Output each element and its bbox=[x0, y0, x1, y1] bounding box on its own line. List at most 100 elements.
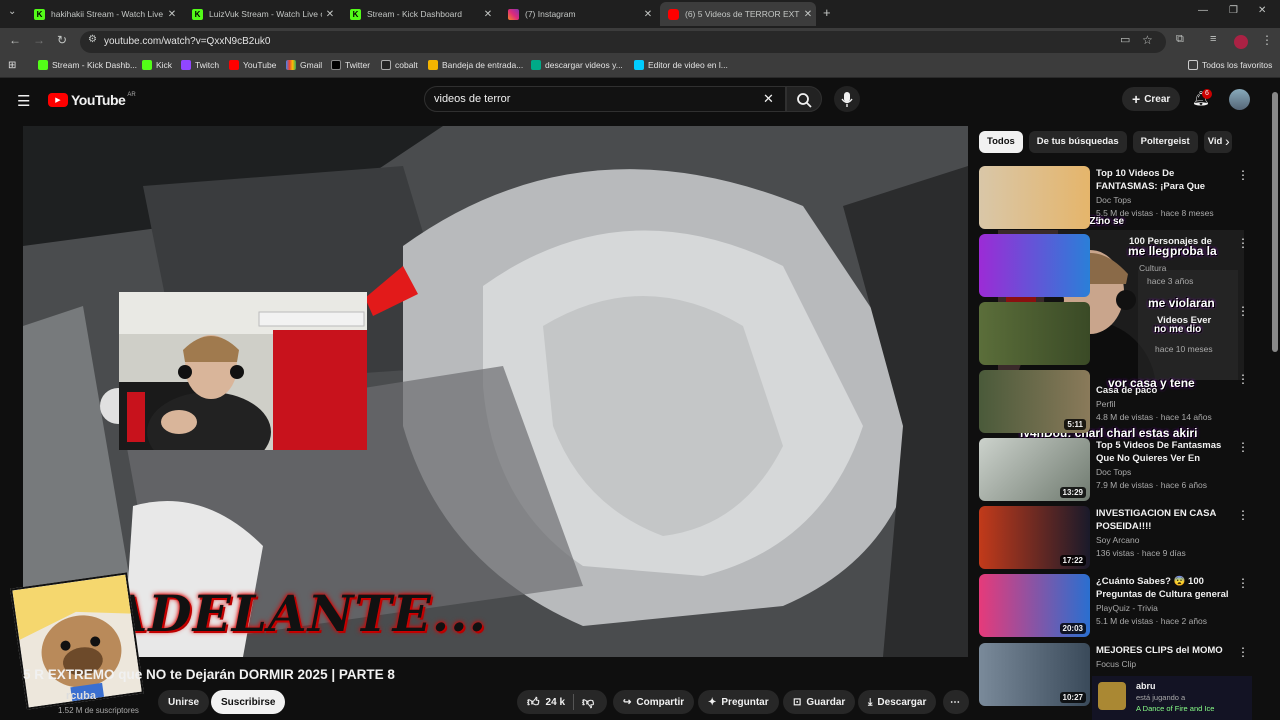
browser-tab[interactable]: (7) Instagram ✕ bbox=[500, 2, 656, 26]
recommendation-item[interactable]: 5:11 Casa de paco Perfil 4.8 M de vistas… bbox=[979, 370, 1249, 434]
dislike-icon[interactable]: 👎︎ bbox=[582, 695, 594, 710]
cast-icon[interactable]: ▭ bbox=[1120, 33, 1130, 46]
rec-title[interactable]: Top 5 Videos De Fantasmas Que No Quieres… bbox=[1096, 439, 1231, 465]
video-thumbnail[interactable]: 20:03 bbox=[979, 574, 1090, 637]
more-vert-icon[interactable]: ⋮ bbox=[1237, 304, 1249, 318]
search-button[interactable] bbox=[786, 86, 822, 112]
rec-title[interactable]: Videos Ever bbox=[1157, 314, 1280, 327]
more-vert-icon[interactable]: ⋮ bbox=[1237, 440, 1249, 454]
more-vert-icon[interactable]: ⋮ bbox=[1237, 576, 1249, 590]
extensions-icon[interactable]: ⧉ bbox=[1176, 33, 1184, 46]
close-icon[interactable]: ✕ bbox=[322, 9, 338, 20]
bookmark-item[interactable]: cobalt bbox=[381, 60, 418, 70]
bookmark-item[interactable]: Stream - Kick Dashb... bbox=[38, 60, 137, 70]
recommendation-item[interactable]: 17:22 INVESTIGACION EN CASA POSEIDA!!!! … bbox=[979, 506, 1249, 570]
close-icon[interactable]: ✕ bbox=[800, 9, 816, 20]
close-icon[interactable]: ✕ bbox=[164, 9, 180, 20]
bookmark-item[interactable]: Bandeja de entrada... bbox=[428, 60, 523, 70]
hamburger-menu-icon[interactable]: ☰ bbox=[17, 92, 30, 110]
site-info-icon[interactable]: ⚙ bbox=[88, 34, 97, 45]
back-icon[interactable]: ← bbox=[9, 33, 21, 47]
create-button[interactable]: + Crear bbox=[1122, 87, 1181, 111]
bookmark-item[interactable]: YouTube bbox=[229, 60, 276, 70]
rec-channel[interactable]: Doc Tops bbox=[1096, 195, 1131, 205]
subscribe-button[interactable]: Suscribirse bbox=[211, 690, 286, 714]
rec-channel[interactable]: PlayQuiz - Trivia bbox=[1096, 603, 1158, 613]
recommendation-item[interactable]: 100 Personajes de Cultura hace 3 años ⋮ bbox=[979, 234, 1249, 298]
save-button[interactable]: ⊡ Guardar bbox=[783, 690, 856, 714]
bookmark-item[interactable]: Gmail bbox=[286, 60, 322, 70]
bookmark-star-icon[interactable]: ☆ bbox=[1142, 33, 1153, 47]
rec-channel[interactable]: Cultura bbox=[1139, 263, 1166, 273]
rec-channel[interactable]: Doc Tops bbox=[1096, 467, 1131, 477]
close-icon[interactable]: ✕ bbox=[480, 9, 496, 20]
rec-title[interactable]: Top 10 Videos De FANTASMAS: ¡Para Que LL… bbox=[1096, 167, 1231, 193]
bookmark-item[interactable]: descargar videos y... bbox=[531, 60, 623, 70]
tab-search-icon[interactable]: ⌄ bbox=[8, 6, 16, 17]
browser-tab[interactable]: K LuizVuk Stream - Watch Live on ✕ bbox=[184, 2, 338, 26]
browser-tab[interactable]: Khakihakii Stream - Watch Live o ✕ bbox=[26, 2, 180, 26]
rec-channel[interactable]: Soy Arcano bbox=[1096, 535, 1139, 545]
rec-channel[interactable]: Focus Clip bbox=[1096, 659, 1136, 669]
ask-button[interactable]: ✦ Preguntar bbox=[698, 690, 779, 714]
forward-icon[interactable]: → bbox=[33, 33, 45, 47]
reading-list-icon[interactable]: ≡ bbox=[1210, 33, 1216, 45]
youtube-logo[interactable]: ▶ YouTube AR bbox=[48, 92, 136, 108]
more-vert-icon[interactable]: ⋮ bbox=[1237, 236, 1249, 250]
more-vert-icon[interactable]: ⋮ bbox=[1237, 168, 1249, 182]
search-input[interactable]: videos de terror bbox=[424, 86, 786, 112]
recommendation-item[interactable]: 13:29 Top 5 Videos De Fantasmas Que No Q… bbox=[979, 438, 1249, 502]
recommendation-item[interactable]: Videos Ever hace 10 meses ⋮ bbox=[979, 302, 1249, 366]
browser-tab-active[interactable]: (6) 5 Videos de TERROR EXTREM✕ bbox=[660, 2, 816, 26]
url-text: youtube.com/watch?v=QxxN9cB2uk0 bbox=[104, 36, 271, 47]
chip-all[interactable]: Todos bbox=[979, 131, 1023, 153]
like-icon[interactable]: 👍︎ bbox=[527, 695, 540, 710]
rec-title[interactable]: INVESTIGACION EN CASA POSEIDA!!!! bbox=[1096, 507, 1231, 533]
apps-icon[interactable]: ⊞ bbox=[8, 60, 16, 71]
clear-search-icon[interactable]: ✕ bbox=[763, 91, 774, 107]
download-button[interactable]: ⤓ Descargar bbox=[858, 690, 937, 714]
rec-channel[interactable]: Perfil bbox=[1096, 399, 1115, 409]
bookmark-item[interactable]: Kick bbox=[142, 60, 172, 70]
chip-poltergeist[interactable]: Poltergeist bbox=[1132, 131, 1198, 153]
more-actions-button[interactable]: ⋯ bbox=[943, 690, 969, 714]
chevron-right-icon[interactable]: › bbox=[1225, 133, 1230, 149]
more-vert-icon[interactable]: ⋮ bbox=[1237, 645, 1249, 659]
video-thumbnail[interactable] bbox=[979, 302, 1090, 365]
browser-tab[interactable]: K Stream - Kick Dashboard ✕ bbox=[342, 2, 496, 26]
more-vert-icon[interactable]: ⋮ bbox=[1237, 508, 1249, 522]
channel-name[interactable]: rcuba bbox=[66, 690, 96, 702]
video-thumbnail[interactable]: 10:27 bbox=[979, 643, 1090, 706]
bookmark-item[interactable]: Twitch bbox=[181, 60, 219, 70]
search-icon bbox=[797, 93, 812, 108]
video-thumbnail[interactable] bbox=[979, 234, 1090, 297]
all-bookmarks[interactable]: Todos los favoritos bbox=[1188, 60, 1272, 70]
video-thumbnail[interactable] bbox=[979, 166, 1090, 229]
bookmark-item[interactable]: Twitter bbox=[331, 60, 370, 70]
url-input[interactable]: youtube.com/watch?v=QxxN9cB2uk0 bbox=[80, 31, 1166, 53]
bookmark-item[interactable]: Editor de video en l... bbox=[634, 60, 728, 70]
page-scrollbar[interactable] bbox=[1272, 92, 1278, 352]
join-button[interactable]: Unirse bbox=[158, 690, 210, 714]
minimize-icon[interactable]: — bbox=[1198, 5, 1208, 16]
restore-icon[interactable]: ❐ bbox=[1229, 5, 1238, 16]
video-thumbnail[interactable]: 13:29 bbox=[979, 438, 1090, 501]
profile-avatar[interactable] bbox=[1234, 35, 1248, 49]
account-avatar[interactable] bbox=[1229, 89, 1250, 110]
menu-icon[interactable]: ⋮ bbox=[1261, 33, 1273, 47]
video-thumbnail[interactable]: 5:11 bbox=[979, 370, 1090, 433]
video-thumbnail[interactable]: 17:22 bbox=[979, 506, 1090, 569]
close-window-icon[interactable]: ✕ bbox=[1258, 5, 1266, 16]
voice-search-button[interactable] bbox=[834, 86, 860, 112]
rec-title[interactable]: MEJORES CLIPS del MOMO bbox=[1096, 644, 1231, 657]
rec-title[interactable]: Casa de paco bbox=[1096, 384, 1231, 397]
chip-from-searches[interactable]: De tus búsquedas bbox=[1028, 131, 1127, 153]
new-tab-icon[interactable]: + bbox=[823, 5, 831, 20]
recommendation-item[interactable]: 20:03 ¿Cuánto Sabes? 😨 100 Preguntas de … bbox=[979, 574, 1249, 638]
recommendation-item[interactable]: Top 10 Videos De FANTASMAS: ¡Para Que LL… bbox=[979, 166, 1249, 230]
share-button[interactable]: ↪ Compartir bbox=[613, 690, 695, 714]
more-vert-icon[interactable]: ⋮ bbox=[1237, 372, 1249, 386]
rec-title[interactable]: ¿Cuánto Sabes? 😨 100 Preguntas de Cultur… bbox=[1096, 575, 1231, 601]
close-icon[interactable]: ✕ bbox=[640, 9, 656, 20]
reload-icon[interactable]: ↻ bbox=[57, 33, 67, 47]
